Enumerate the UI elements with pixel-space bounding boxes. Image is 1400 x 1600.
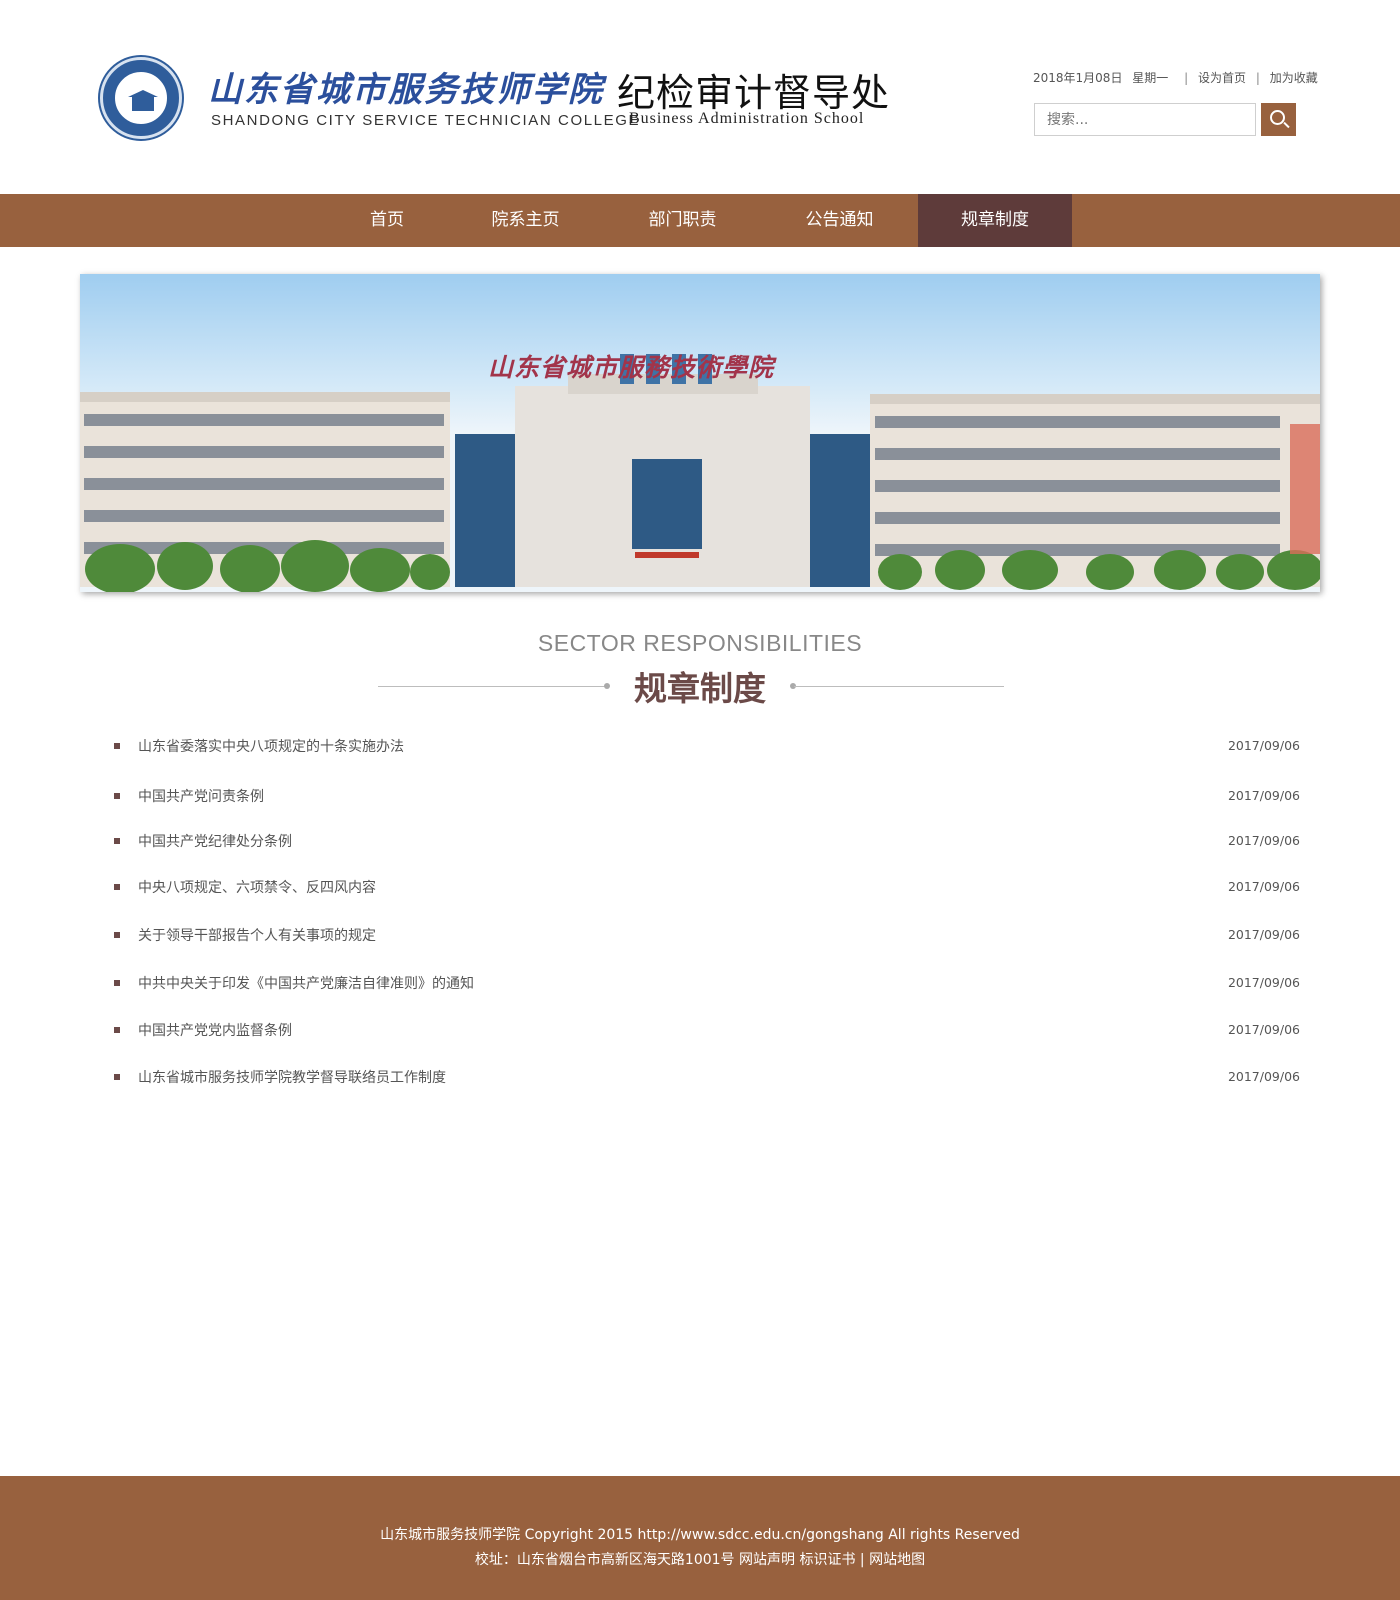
list-bullet (114, 1074, 120, 1080)
article-list-item[interactable]: 中国共产党问责条例 2017/09/06 (110, 781, 1300, 811)
top-links: 2018年1月08日 星期一 | 设为首页 | 加为收藏 (1033, 69, 1318, 86)
footer-divider: | (859, 1552, 865, 1568)
footer-copyright: 山东城市服务技师学院 Copyright 2015 http://www.sdc… (380, 1527, 1020, 1543)
campus-banner-image: 山东省城市服務技術學院 (80, 274, 1320, 592)
article-list-item[interactable]: 中国共产党党内监督条例 2017/09/06 (110, 1015, 1300, 1045)
nav-item-departments[interactable]: 院系主页 (447, 194, 604, 247)
footer-sitemap-link[interactable]: 网站地图 (869, 1552, 925, 1568)
main-nav: 首页 院系主页 部门职责 公告通知 规章制度 (0, 194, 1400, 247)
nav-item-responsibilities[interactable]: 部门职责 (604, 194, 761, 247)
article-list-item[interactable]: 关于领导干部报告个人有关事项的规定 2017/09/06 (110, 920, 1300, 950)
list-bullet (114, 838, 120, 844)
add-favorite-link[interactable]: 加为收藏 (1270, 71, 1318, 85)
search-icon-handle (1283, 121, 1290, 129)
list-bullet (114, 884, 120, 890)
department-name-en: Business Administration School (629, 110, 865, 127)
article-list-item[interactable]: 山东省城市服务技师学院教学督导联络员工作制度 2017/09/06 (110, 1062, 1300, 1092)
article-date: 2017/09/06 (1227, 879, 1300, 894)
section-title-en: SECTOR RESPONSIBILITIES (537, 630, 863, 656)
article-list-item[interactable]: 山东省委落实中央八项规定的十条实施办法 2017/09/06 (110, 731, 1300, 761)
article-title[interactable]: 山东省城市服务技师学院教学督导联络员工作制度 (138, 1067, 446, 1087)
section-divider-right (794, 686, 1004, 687)
footer-links: 校址：山东省烟台市高新区海天路1001号 网站声明 标识证书 | 网站地图 (0, 1549, 1400, 1569)
footer-certificate-link[interactable]: 标识证书 (799, 1552, 855, 1568)
footer-address: 校址：山东省烟台市高新区海天路1001号 (474, 1552, 735, 1568)
article-title[interactable]: 中国共产党纪律处分条例 (138, 831, 292, 851)
search-button[interactable] (1261, 103, 1296, 136)
list-bullet (114, 793, 120, 799)
article-title[interactable]: 中共中央关于印发《中国共产党廉洁自律准则》的通知 (138, 973, 474, 993)
list-bullet (114, 1027, 120, 1033)
article-title[interactable]: 中国共产党问责条例 (138, 786, 264, 806)
nav-item-home[interactable]: 首页 (327, 194, 447, 247)
department-name-cn: 纪检审计督导处 (617, 71, 891, 115)
emblem-building-icon (128, 90, 158, 111)
list-bullet (114, 980, 120, 986)
current-date: 2018年1月08日 (1033, 71, 1123, 85)
college-emblem-logo[interactable] (100, 57, 182, 139)
article-date: 2017/09/06 (1227, 788, 1300, 803)
set-homepage-link[interactable]: 设为首页 (1198, 71, 1246, 85)
nav-item-regulations[interactable]: 规章制度 (918, 194, 1072, 247)
list-bullet (114, 932, 120, 938)
article-date: 2017/09/06 (1227, 738, 1300, 753)
banner-sign-text: 山东省城市服務技術學院 (488, 353, 775, 382)
article-date: 2017/09/06 (1227, 833, 1300, 848)
article-list-item[interactable]: 中共中央关于印发《中国共产党廉洁自律准则》的通知 2017/09/06 (110, 968, 1300, 998)
list-bullet (114, 743, 120, 749)
footer-statement-link[interactable]: 网站声明 (739, 1552, 795, 1568)
article-date: 2017/09/06 (1227, 1022, 1300, 1037)
nav-item-notices[interactable]: 公告通知 (761, 194, 918, 247)
school-name-cn: 山东省城市服务技师学院 (208, 70, 604, 110)
article-title[interactable]: 关于领导干部报告个人有关事项的规定 (138, 925, 376, 945)
article-date: 2017/09/06 (1227, 975, 1300, 990)
article-date: 2017/09/06 (1227, 927, 1300, 942)
site-footer: 山东城市服务技师学院 Copyright 2015 http://www.sdc… (0, 1476, 1400, 1600)
article-title[interactable]: 中央八项规定、六项禁令、反四风内容 (138, 877, 376, 897)
article-list-item[interactable]: 中央八项规定、六项禁令、反四风内容 2017/09/06 (110, 872, 1300, 902)
divider: | (1184, 71, 1189, 85)
article-title[interactable]: 中国共产党党内监督条例 (138, 1020, 292, 1040)
article-list-item[interactable]: 中国共产党纪律处分条例 2017/09/06 (110, 826, 1300, 856)
current-weekday: 星期一 (1132, 71, 1169, 85)
article-date: 2017/09/06 (1227, 1069, 1300, 1084)
article-title[interactable]: 山东省委落实中央八项规定的十条实施办法 (138, 736, 404, 756)
section-title-cn: 规章制度 (634, 669, 766, 708)
divider: | (1255, 71, 1260, 85)
search-input[interactable] (1034, 103, 1256, 136)
school-name-en: SHANDONG CITY SERVICE TECHNICIAN COLLEGE (211, 112, 641, 129)
site-header: 山东省城市服务技师学院 SHANDONG CITY SERVICE TECHNI… (0, 0, 1400, 194)
campus-building-illustration (80, 354, 1320, 592)
